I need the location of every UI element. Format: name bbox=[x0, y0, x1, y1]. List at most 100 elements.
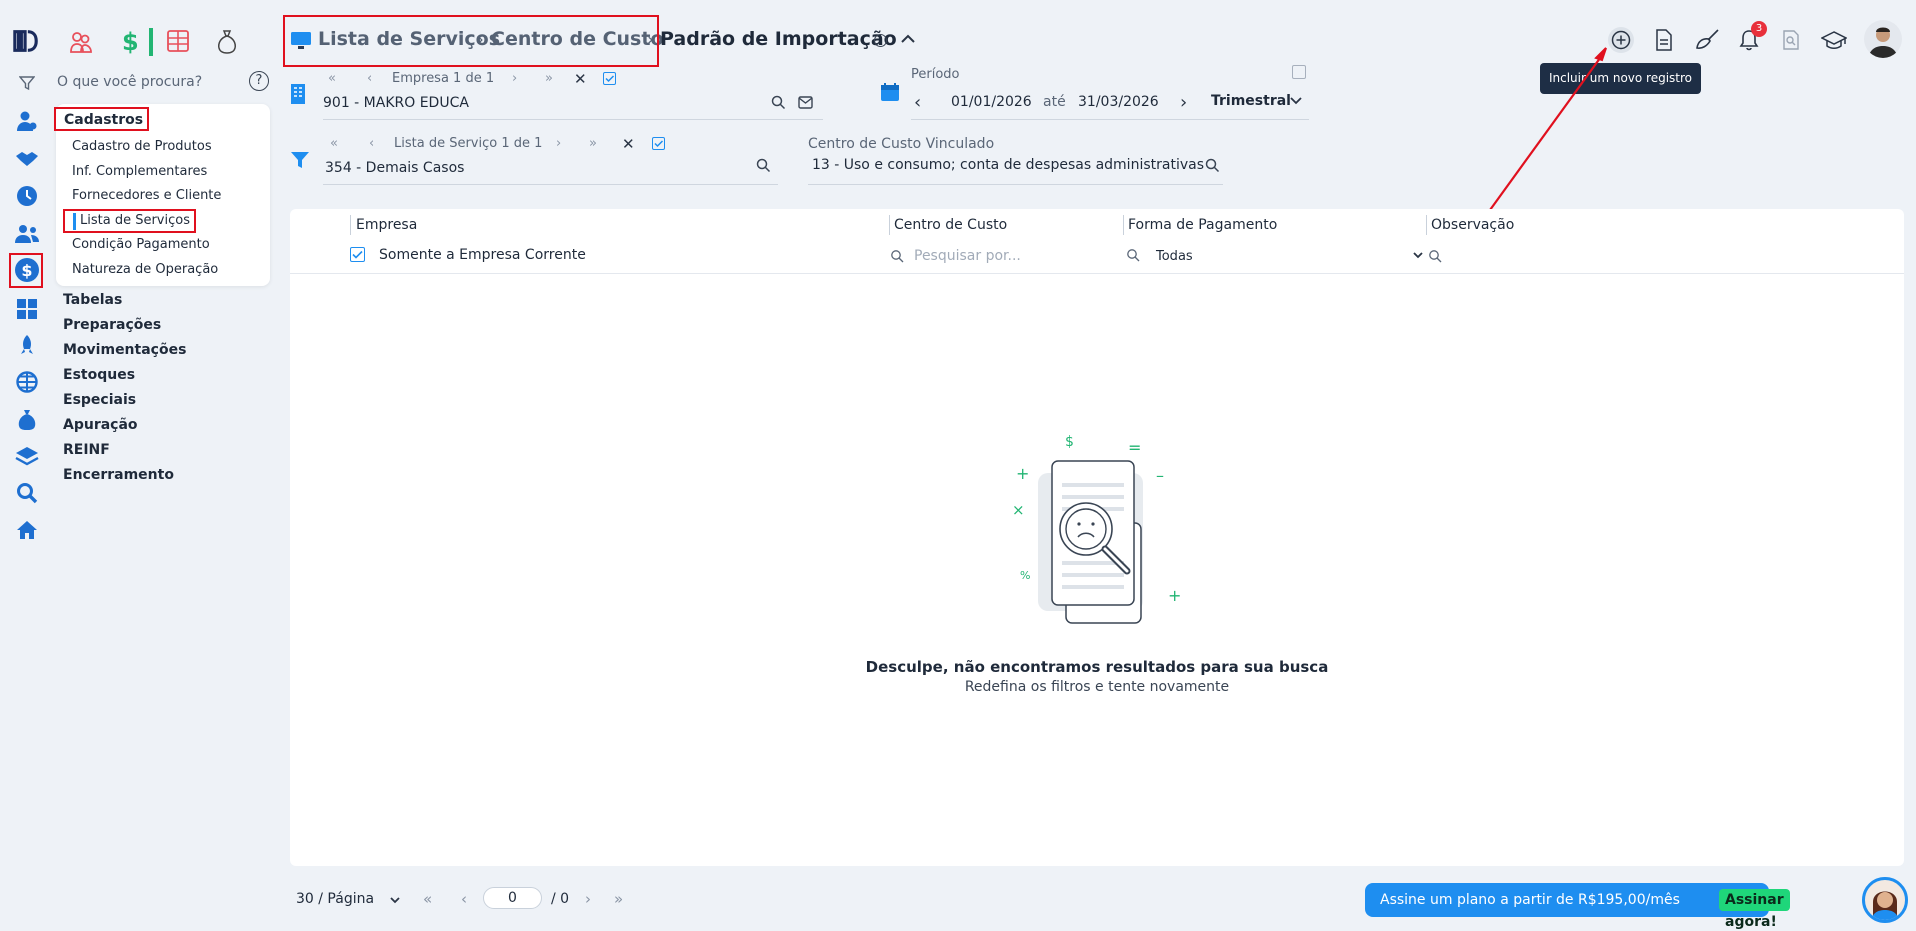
menu-encerramento[interactable]: Encerramento bbox=[63, 467, 174, 483]
users-icon[interactable] bbox=[14, 221, 40, 247]
rocket-icon[interactable] bbox=[14, 333, 40, 359]
first-page-icon[interactable]: « bbox=[423, 890, 432, 908]
menu-movimentacoes[interactable]: Movimentações bbox=[63, 342, 186, 358]
app-logo[interactable] bbox=[13, 28, 39, 54]
centro-search-input[interactable]: Pesquisar por... bbox=[914, 248, 1021, 264]
money-bag-icon[interactable] bbox=[14, 407, 40, 433]
forma-select[interactable]: Todas bbox=[1156, 249, 1193, 264]
column-forma[interactable]: Forma de Pagamento bbox=[1128, 217, 1277, 233]
building-icon bbox=[290, 83, 306, 105]
menu-estoques[interactable]: Estoques bbox=[63, 367, 135, 383]
periodo-checkbox[interactable] bbox=[1292, 65, 1306, 79]
handshake-icon[interactable] bbox=[14, 146, 40, 172]
people-icon[interactable] bbox=[70, 30, 92, 54]
period-start[interactable]: 01/01/2026 bbox=[951, 94, 1032, 110]
promo-banner[interactable]: Assine um plano a partir de R$195,00/mês… bbox=[1365, 883, 1790, 930]
prev-icon[interactable]: ‹ bbox=[367, 71, 372, 86]
notification-badge: 3 bbox=[1751, 21, 1767, 37]
avatar[interactable] bbox=[1864, 20, 1902, 58]
info-icon[interactable]: i bbox=[874, 34, 887, 47]
period-mode-select[interactable]: Trimestral bbox=[1211, 93, 1291, 109]
next-icon[interactable]: › bbox=[512, 71, 517, 86]
servico-value[interactable]: 354 - Demais Casos bbox=[325, 160, 464, 176]
calendar-icon[interactable] bbox=[880, 82, 900, 102]
menu-item-cadastro-produtos[interactable]: Cadastro de Produtos bbox=[72, 139, 212, 154]
chevron-down-icon[interactable] bbox=[1289, 96, 1303, 106]
calculator-icon[interactable] bbox=[14, 296, 40, 322]
menu-reinf[interactable]: REINF bbox=[63, 442, 110, 458]
broom-icon[interactable] bbox=[1694, 26, 1722, 54]
field-underline bbox=[323, 119, 823, 120]
menu-apuracao[interactable]: Apuração bbox=[63, 417, 138, 433]
results-panel: Empresa Centro de Custo Forma de Pagamen… bbox=[290, 209, 1904, 866]
column-centro[interactable]: Centro de Custo bbox=[894, 217, 1007, 233]
clear-icon[interactable]: ✕ bbox=[574, 70, 587, 88]
globe-icon[interactable] bbox=[14, 369, 40, 395]
home-icon[interactable] bbox=[14, 517, 40, 543]
support-avatar[interactable] bbox=[1862, 877, 1908, 923]
user-settings-icon[interactable] bbox=[14, 108, 40, 134]
layers-icon[interactable] bbox=[14, 443, 40, 469]
chevron-down-icon[interactable] bbox=[1412, 251, 1424, 260]
column-observacao[interactable]: Observação bbox=[1431, 217, 1514, 233]
next-period-icon[interactable]: › bbox=[1180, 92, 1187, 113]
mail-icon[interactable] bbox=[798, 96, 813, 109]
first-page-icon[interactable]: « bbox=[328, 71, 336, 86]
servico-checkbox[interactable] bbox=[652, 137, 665, 150]
clock-icon[interactable] bbox=[14, 183, 40, 209]
help-icon[interactable]: ? bbox=[249, 71, 269, 91]
empty-title: Desculpe, não encontramos resultados par… bbox=[865, 658, 1329, 676]
global-search-input[interactable]: O que você procura? bbox=[57, 74, 202, 90]
app-separator bbox=[149, 28, 153, 56]
prev-page-icon[interactable]: ‹ bbox=[461, 890, 467, 908]
empresa-value[interactable]: 901 - MAKRO EDUCA bbox=[323, 95, 469, 111]
search-icon[interactable] bbox=[771, 95, 786, 110]
dollar-icon[interactable]: $ bbox=[122, 28, 139, 56]
search-icon[interactable] bbox=[14, 480, 40, 506]
chevron-down-icon[interactable] bbox=[389, 896, 401, 905]
per-page-select[interactable]: 30 / Página bbox=[296, 891, 374, 907]
moneybag-outline-icon[interactable] bbox=[217, 30, 237, 54]
period-end[interactable]: 31/03/2026 bbox=[1078, 94, 1159, 110]
subscribe-button[interactable]: Assinar agora! bbox=[1719, 889, 1790, 930]
prev-icon[interactable]: ‹ bbox=[369, 136, 374, 151]
svg-text:+: + bbox=[1016, 464, 1029, 483]
search-icon bbox=[1126, 248, 1140, 262]
highlight-finance bbox=[9, 253, 43, 288]
next-icon[interactable]: › bbox=[556, 136, 561, 151]
search-icon[interactable] bbox=[1205, 158, 1220, 173]
spreadsheet-icon[interactable] bbox=[167, 30, 189, 52]
empresa-corrente-checkbox[interactable] bbox=[350, 247, 365, 262]
column-empresa[interactable]: Empresa bbox=[356, 217, 417, 233]
clear-icon[interactable]: ✕ bbox=[622, 135, 635, 153]
chevron-up-icon[interactable] bbox=[900, 33, 916, 45]
graduation-cap-icon[interactable] bbox=[1820, 26, 1848, 54]
search-icon bbox=[890, 249, 904, 263]
empresa-checkbox[interactable] bbox=[603, 72, 616, 85]
menu-tabelas[interactable]: Tabelas bbox=[63, 292, 122, 308]
menu-item-fornecedores[interactable]: Fornecedores e Cliente bbox=[72, 188, 221, 203]
filter-icon[interactable] bbox=[14, 70, 40, 96]
last-page-icon[interactable]: » bbox=[589, 136, 597, 151]
prev-period-icon[interactable]: ‹ bbox=[914, 92, 921, 113]
menu-preparacoes[interactable]: Preparações bbox=[63, 317, 161, 333]
menu-especiais[interactable]: Especiais bbox=[63, 392, 136, 408]
centro-vinculado-value[interactable]: 13 - Uso e consumo; conta de despesas ad… bbox=[812, 157, 1204, 173]
last-page-icon[interactable]: » bbox=[545, 71, 553, 86]
report-search-icon[interactable] bbox=[1777, 26, 1805, 54]
first-page-icon[interactable]: « bbox=[330, 136, 338, 151]
field-underline bbox=[911, 119, 1309, 120]
svg-text:+: + bbox=[1168, 586, 1181, 605]
next-page-icon[interactable]: › bbox=[585, 890, 591, 908]
svg-text:$: $ bbox=[1065, 434, 1074, 450]
search-icon[interactable] bbox=[756, 158, 771, 173]
empresa-corrente-label: Somente a Empresa Corrente bbox=[379, 247, 586, 263]
page-input[interactable]: 0 bbox=[483, 887, 542, 909]
menu-item-natureza-operacao[interactable]: Natureza de Operação bbox=[72, 262, 218, 277]
search-icon[interactable] bbox=[1428, 249, 1442, 263]
document-icon[interactable] bbox=[1650, 26, 1678, 54]
last-page-icon[interactable]: » bbox=[614, 890, 623, 908]
menu-item-inf-complementares[interactable]: Inf. Complementares bbox=[72, 164, 207, 179]
menu-item-condicao-pagamento[interactable]: Condição Pagamento bbox=[72, 237, 210, 252]
funnel-icon[interactable] bbox=[290, 150, 310, 170]
